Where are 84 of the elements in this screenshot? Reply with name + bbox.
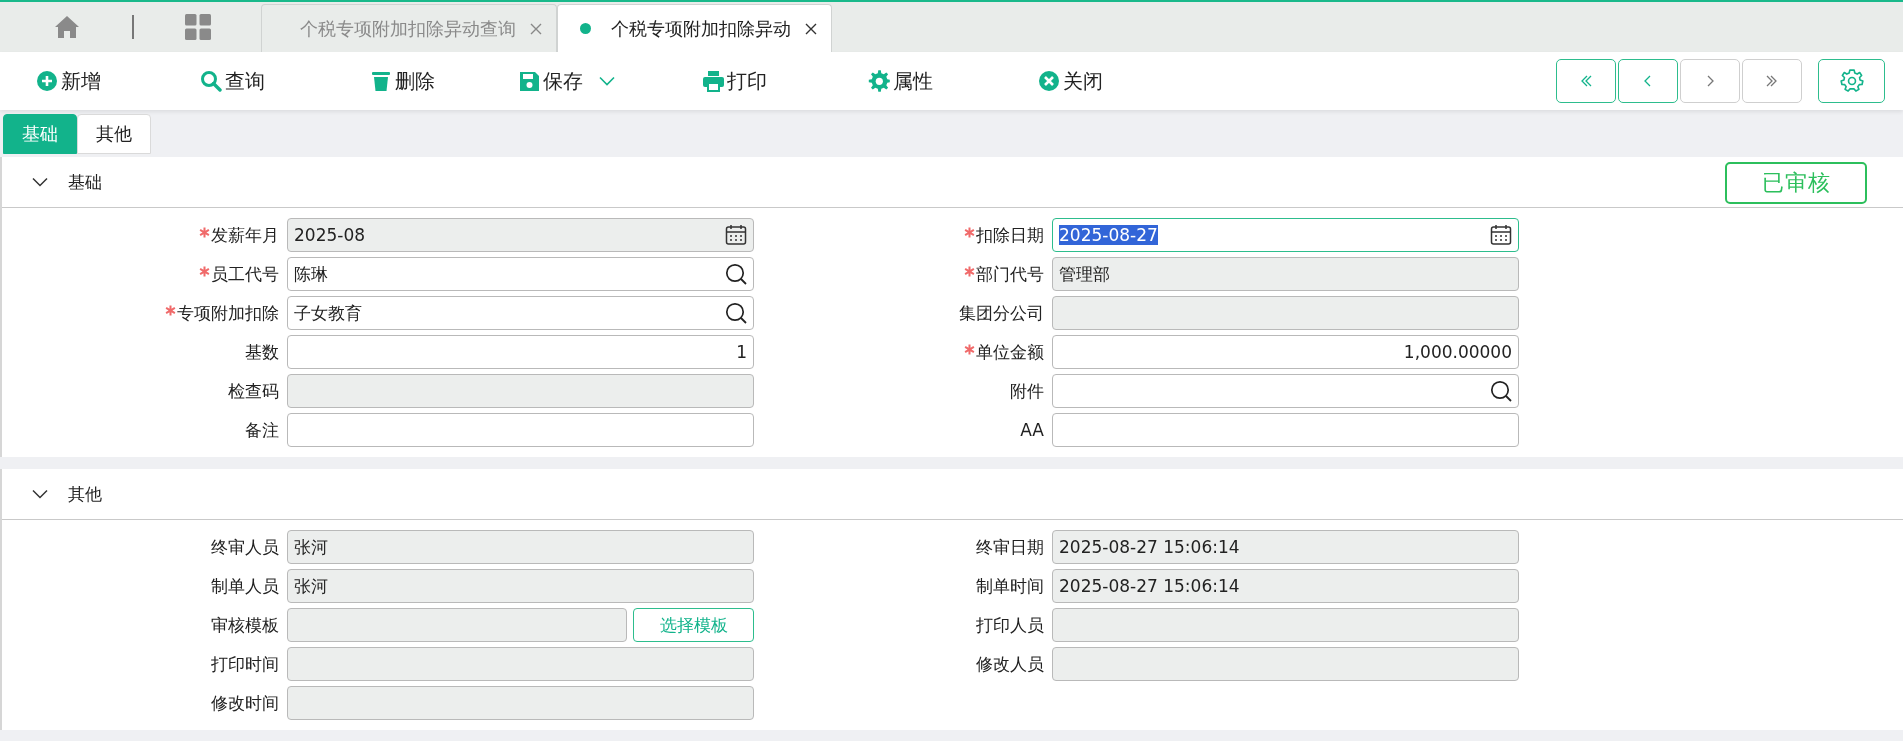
active-dot-icon <box>580 23 591 34</box>
text-field[interactable]: 张河 <box>287 569 754 603</box>
field-label: 扣除日期 <box>754 223 1052 247</box>
settings-icon <box>1838 68 1865 94</box>
field-label: 制单时间 <box>975 574 1045 598</box>
field-label: 基数 <box>244 340 280 364</box>
search-icon <box>725 263 747 285</box>
toolbar-button[interactable]: 删除 <box>370 67 518 95</box>
page-tab[interactable]: 个税专项附加扣除异动 <box>557 4 832 52</box>
field-label: 打印时间 <box>210 652 280 676</box>
close-icon[interactable] <box>805 22 817 35</box>
toolbar-button[interactable]: 保存 <box>518 67 702 95</box>
text-field[interactable]: 2025-08-27 15:06:14 <box>1052 569 1519 603</box>
toolbar-button[interactable]: 关闭 <box>1038 67 1103 95</box>
field-label: 集团分公司 <box>958 301 1045 325</box>
text-field[interactable] <box>287 413 754 447</box>
text-field[interactable] <box>1052 413 1519 447</box>
field-label: 单位金额 <box>754 340 1052 364</box>
field-label: 打印人员 <box>975 613 1045 637</box>
field-label: 终审人员 <box>210 535 280 559</box>
grid-icon[interactable] <box>185 14 211 40</box>
required-asterisk-icon <box>964 226 975 238</box>
close-icon <box>1038 70 1060 92</box>
required-asterisk-icon <box>964 343 975 355</box>
nav-button[interactable] <box>1618 59 1678 103</box>
field-label: 审核模板 <box>210 613 280 637</box>
field-label: 制单人员 <box>210 574 280 598</box>
status-stamp: 已审核 <box>1725 162 1867 204</box>
chevron-down-icon[interactable] <box>32 489 48 499</box>
required-asterisk-icon <box>964 265 975 277</box>
home-icon[interactable] <box>54 15 80 39</box>
field-label: 修改时间 <box>210 691 280 715</box>
field-label: 发薪年月 <box>2 223 287 247</box>
calendar-icon <box>1490 224 1512 246</box>
field-label: 专项附加扣除 <box>2 301 287 325</box>
lookup-field[interactable]: 陈琳 <box>287 257 754 291</box>
required-asterisk-icon <box>165 304 176 316</box>
nav-button[interactable] <box>1556 59 1616 103</box>
toolbar-button[interactable]: 属性 <box>868 67 1038 95</box>
toolbar-button[interactable]: 查询 <box>200 67 370 95</box>
field-label: 员工代号 <box>2 262 287 286</box>
lookup-field[interactable]: 子女教育 <box>287 296 754 330</box>
calendar-icon <box>725 224 747 246</box>
number-field[interactable]: 1 <box>287 335 754 369</box>
field-label: 部门代号 <box>754 262 1052 286</box>
text-field[interactable]: 张河 <box>287 530 754 564</box>
section-title: 其他 <box>68 482 102 506</box>
section-title: 基础 <box>68 170 102 194</box>
field-label: 终审日期 <box>975 535 1045 559</box>
required-asterisk-icon <box>199 265 210 277</box>
printer-icon <box>702 70 724 92</box>
text-field[interactable] <box>287 374 754 408</box>
text-field[interactable] <box>287 647 754 681</box>
field-label: 修改人员 <box>975 652 1045 676</box>
date-field[interactable]: 2025-08-27 <box>1052 218 1519 252</box>
search-icon <box>725 302 747 324</box>
required-asterisk-icon <box>199 226 210 238</box>
field-label: 检查码 <box>227 379 280 403</box>
date-field[interactable]: 2025-08 <box>287 218 754 252</box>
text-field[interactable] <box>287 686 754 720</box>
caret-icon <box>599 76 615 86</box>
settings-button[interactable] <box>1818 59 1885 103</box>
search-icon <box>200 70 222 92</box>
settings-icon <box>868 70 890 92</box>
chevron-down-icon[interactable] <box>32 177 48 187</box>
plus-icon <box>36 70 58 92</box>
text-field[interactable] <box>287 608 627 642</box>
tab-label: 个税专项附加扣除异动查询 <box>300 16 516 41</box>
number-field[interactable]: 1,000.00000 <box>1052 335 1519 369</box>
text-field[interactable] <box>1052 296 1519 330</box>
trash-icon <box>370 70 392 92</box>
field-label: 备注 <box>244 418 280 442</box>
text-field[interactable]: 管理部 <box>1052 257 1519 291</box>
toolbar-button[interactable]: 打印 <box>702 67 868 95</box>
search-icon <box>1490 380 1512 402</box>
field-label: AA <box>1019 420 1045 440</box>
text-field[interactable] <box>1052 608 1519 642</box>
form-tab[interactable]: 其他 <box>77 114 151 154</box>
lookup-field[interactable] <box>1052 374 1519 408</box>
tab-label: 个税专项附加扣除异动 <box>611 16 791 41</box>
toolbar-button[interactable]: 新增 <box>36 67 200 95</box>
text-field[interactable] <box>1052 647 1519 681</box>
text-field[interactable]: 2025-08-27 15:06:14 <box>1052 530 1519 564</box>
field-label: 附件 <box>1009 379 1045 403</box>
